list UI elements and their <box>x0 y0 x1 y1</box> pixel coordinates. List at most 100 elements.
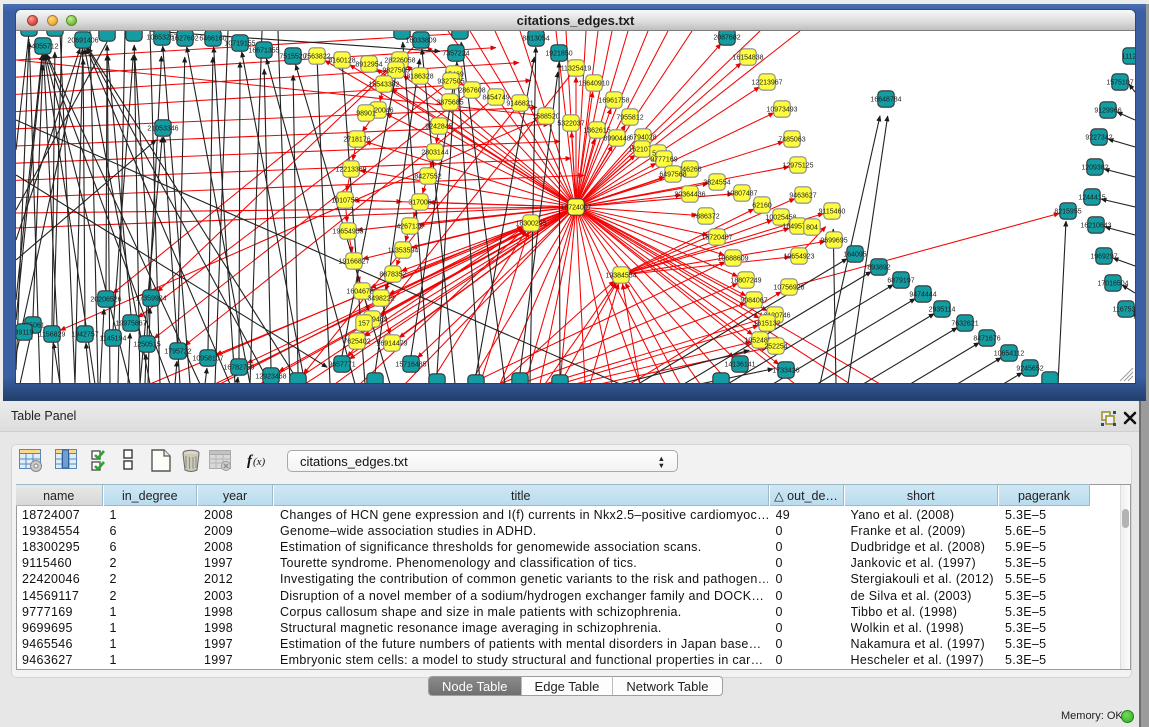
svg-text:9242845: 9242845 <box>425 123 452 130</box>
svg-text:18724007: 18724007 <box>560 204 591 211</box>
svg-text:3498222: 3498222 <box>367 295 394 302</box>
svg-text:19166827: 19166827 <box>338 258 369 265</box>
svg-text:1942757: 1942757 <box>71 331 98 338</box>
svg-text:9084067: 9084067 <box>740 297 767 304</box>
svg-text:10688609: 10688609 <box>717 255 748 262</box>
svg-text:1209382: 1209382 <box>1081 164 1108 171</box>
svg-text:9657771: 9657771 <box>328 361 355 368</box>
svg-text:19654923: 19654923 <box>783 253 814 260</box>
svg-text:12923468: 12923468 <box>255 373 286 380</box>
svg-text:19975867: 19975867 <box>115 320 146 327</box>
svg-text:7357224: 7357224 <box>442 50 469 57</box>
svg-text:804: 804 <box>806 224 818 231</box>
svg-text:893892: 893892 <box>867 264 890 271</box>
svg-text:8186328: 8186328 <box>406 73 433 80</box>
svg-text:4267130: 4267130 <box>396 223 423 230</box>
svg-text:16671355: 16671355 <box>248 47 279 54</box>
svg-text:7955812: 7955812 <box>616 114 643 121</box>
svg-text:9129966: 9129966 <box>1094 107 1121 114</box>
svg-text:62160: 62160 <box>752 202 772 209</box>
svg-text:1244415: 1244415 <box>1078 194 1105 201</box>
svg-text:1010755: 1010755 <box>331 197 358 204</box>
svg-text:7886372: 7886372 <box>692 213 719 220</box>
svg-text:9146821: 9146821 <box>506 100 533 107</box>
svg-text:8912954: 8912954 <box>355 61 382 68</box>
svg-text:18640910: 18640910 <box>578 80 609 87</box>
svg-text:8427552: 8427552 <box>414 173 441 180</box>
svg-text:5322037: 5322037 <box>557 120 584 127</box>
svg-text:8813054: 8813054 <box>522 35 549 42</box>
svg-text:7632621: 7632621 <box>951 320 978 327</box>
svg-text:19654955: 19654955 <box>332 228 363 235</box>
svg-text:8471676: 8471676 <box>973 335 1000 342</box>
svg-text:1969297: 1969297 <box>1090 253 1117 260</box>
svg-text:1921850: 1921850 <box>545 50 572 57</box>
svg-text:16648784: 16648784 <box>870 96 901 103</box>
svg-text:16782759: 16782759 <box>223 364 254 371</box>
svg-text:8878352: 8878352 <box>379 271 406 278</box>
svg-text:11121: 11121 <box>1122 53 1135 60</box>
svg-text:252254: 252254 <box>764 343 787 350</box>
svg-text:39119: 39119 <box>16 329 34 336</box>
svg-text:11353594: 11353594 <box>388 247 419 254</box>
svg-text:20206526: 20206526 <box>90 296 121 303</box>
svg-text:1250515: 1250515 <box>133 341 160 348</box>
svg-text:9115460: 9115460 <box>819 208 846 215</box>
svg-text:15720407: 15720407 <box>701 234 732 241</box>
svg-text:16543382: 16543382 <box>368 81 399 88</box>
svg-text:21053346: 21053346 <box>147 125 178 132</box>
svg-text:9327505: 9327505 <box>437 78 464 85</box>
svg-text:10807487: 10807487 <box>726 190 757 197</box>
svg-text:10756928: 10756928 <box>773 284 804 291</box>
svg-text:14055712: 14055712 <box>27 43 58 50</box>
svg-text:12213369: 12213369 <box>335 166 366 173</box>
svg-text:7563822: 7563822 <box>303 53 330 60</box>
svg-text:(x): (x) <box>253 456 266 468</box>
svg-text:9245652: 9245652 <box>1016 365 1043 372</box>
svg-text:2867608: 2867608 <box>458 87 485 94</box>
svg-text:9474444: 9474444 <box>909 291 936 298</box>
svg-text:10654112: 10654112 <box>994 350 1025 357</box>
svg-text:164095: 164095 <box>843 251 866 258</box>
svg-text:1362615: 1362615 <box>583 127 610 134</box>
svg-text:6497568: 6497568 <box>659 171 686 178</box>
svg-text:8990448: 8990448 <box>603 135 630 142</box>
svg-text:1156829: 1156829 <box>39 331 66 338</box>
svg-text:157: 157 <box>358 320 370 327</box>
svg-text:9699695: 9699695 <box>820 237 847 244</box>
svg-text:10958107: 10958107 <box>192 355 223 362</box>
svg-text:1733426: 1733426 <box>772 367 799 374</box>
svg-text:9777169: 9777169 <box>650 156 677 163</box>
svg-text:2087682: 2087682 <box>713 34 740 41</box>
svg-text:1527602: 1527602 <box>171 35 198 42</box>
svg-text:15716485: 15716485 <box>395 361 426 368</box>
svg-text:10973493: 10973493 <box>766 106 797 113</box>
svg-text:3875685: 3875685 <box>436 99 463 106</box>
svg-text:19384554: 19384554 <box>605 272 636 279</box>
svg-text:6466160: 6466160 <box>199 35 226 42</box>
svg-text:17016504: 17016504 <box>1097 280 1128 287</box>
svg-text:16961758: 16961758 <box>598 97 629 104</box>
svg-text:16210643: 16210643 <box>1080 222 1111 229</box>
svg-text:1145194: 1145194 <box>100 335 127 342</box>
svg-text:98901: 98901 <box>356 110 376 117</box>
svg-text:6879197: 6879197 <box>887 277 914 284</box>
svg-text:20364436: 20364436 <box>674 191 705 198</box>
svg-text:16033809: 16033809 <box>405 37 436 44</box>
svg-text:2803144: 2803144 <box>421 149 448 156</box>
svg-text:1615132: 1615132 <box>753 320 780 327</box>
svg-text:7625402: 7625402 <box>343 338 370 345</box>
svg-text:18807249: 18807249 <box>730 277 761 284</box>
svg-text:9227342: 9227342 <box>1085 134 1112 141</box>
svg-text:20691406: 20691406 <box>67 37 98 44</box>
svg-text:12975125: 12975125 <box>782 162 813 169</box>
svg-text:3824554: 3824554 <box>703 179 730 186</box>
svg-text:8215955: 8215955 <box>1054 208 1081 215</box>
svg-text:16914479: 16914479 <box>376 340 407 347</box>
svg-text:10719155: 10719155 <box>224 40 255 47</box>
svg-text:12213967: 12213967 <box>751 79 782 86</box>
svg-text:18300295: 18300295 <box>515 220 546 227</box>
svg-text:2718176: 2718176 <box>343 136 370 143</box>
svg-text:317006: 317006 <box>408 199 431 206</box>
svg-text:1588520: 1588520 <box>532 113 559 120</box>
